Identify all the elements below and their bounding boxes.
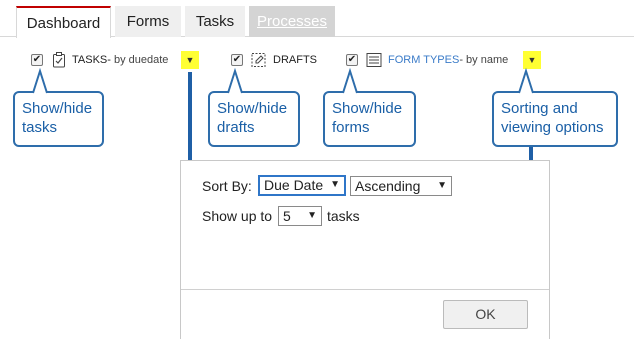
show-count-value: 5 <box>283 208 291 224</box>
callout-text-line: tasks <box>22 119 58 136</box>
drafts-toggle-label: DRAFTS <box>273 54 317 66</box>
dashboard-toolbar: ✔ TASKS- by duedate ▼ ✔ DRAFTS ✔ FORM TY… <box>0 51 634 71</box>
draft-edit-icon <box>251 53 266 67</box>
tasks-options-dropdown[interactable]: ▼ <box>181 51 199 69</box>
forms-sort-label: - by name <box>459 54 509 66</box>
callout-pointer <box>227 67 243 94</box>
drafts-checkbox[interactable]: ✔ <box>231 54 243 66</box>
form-types-label[interactable]: FORM TYPES <box>388 54 459 66</box>
tasks-label: TASKS- <box>72 54 111 66</box>
show-up-to-label: Show up to <box>202 208 273 224</box>
sort-options-panel: Sort By: Due Date ▼ Ascending ▼ Show up … <box>180 160 550 339</box>
tasks-sort-label: by duedate <box>110 54 169 66</box>
callout-text-line: Show/hide <box>217 100 288 117</box>
callout-sorting-options: Sorting and viewing options <box>492 67 618 147</box>
show-count-select[interactable]: 5 ▼ <box>278 206 322 226</box>
panel-divider <box>181 289 549 290</box>
callout-text-line: Sorting and <box>501 100 578 117</box>
sort-order-value: Ascending <box>355 178 421 194</box>
tasks-toggle-label: TASKS- by duedate <box>72 54 168 66</box>
tasks-suffix-label: tasks <box>327 208 360 224</box>
forms-toggle-label: FORM TYPES- by name <box>388 54 508 66</box>
form-list-icon <box>366 53 382 67</box>
callout-show-hide-tasks: Show/hide tasks <box>13 67 104 147</box>
forms-checkbox[interactable]: ✔ <box>346 54 358 66</box>
callout-show-hide-forms: Show/hide forms <box>323 67 416 147</box>
chevron-down-icon: ▼ <box>330 179 340 190</box>
tab-tasks[interactable]: Tasks <box>185 6 245 37</box>
sort-field-select[interactable]: Due Date ▼ <box>258 175 346 196</box>
tasks-checkbox[interactable]: ✔ <box>31 54 43 66</box>
callout-text-line: Show/hide <box>22 100 93 117</box>
drafts-label: DRAFTS <box>273 54 317 66</box>
callout-pointer <box>342 67 358 94</box>
callout-pointer <box>32 67 48 94</box>
forms-options-dropdown[interactable]: ▼ <box>523 51 541 69</box>
tab-dashboard[interactable]: Dashboard <box>16 6 111 38</box>
callout-text-line: viewing options <box>501 119 604 136</box>
callout-text-line: Show/hide <box>332 100 403 117</box>
callout-text-line: forms <box>332 119 370 136</box>
tab-forms[interactable]: Forms <box>115 6 181 37</box>
sort-field-value: Due Date <box>264 177 324 193</box>
chevron-down-icon: ▼ <box>437 180 447 191</box>
clipboard-icon <box>53 52 65 68</box>
chevron-down-icon: ▼ <box>307 210 317 221</box>
sort-by-label: Sort By: <box>202 178 252 194</box>
tab-processes[interactable]: Processes <box>249 6 335 37</box>
sort-order-select[interactable]: Ascending ▼ <box>350 176 452 196</box>
ok-button[interactable]: OK <box>443 300 528 329</box>
tab-bar: Dashboard Forms Tasks Processes <box>0 0 634 38</box>
callout-text-line: drafts <box>217 119 255 136</box>
callout-pointer <box>518 67 534 94</box>
callout-show-hide-drafts: Show/hide drafts <box>208 67 300 147</box>
